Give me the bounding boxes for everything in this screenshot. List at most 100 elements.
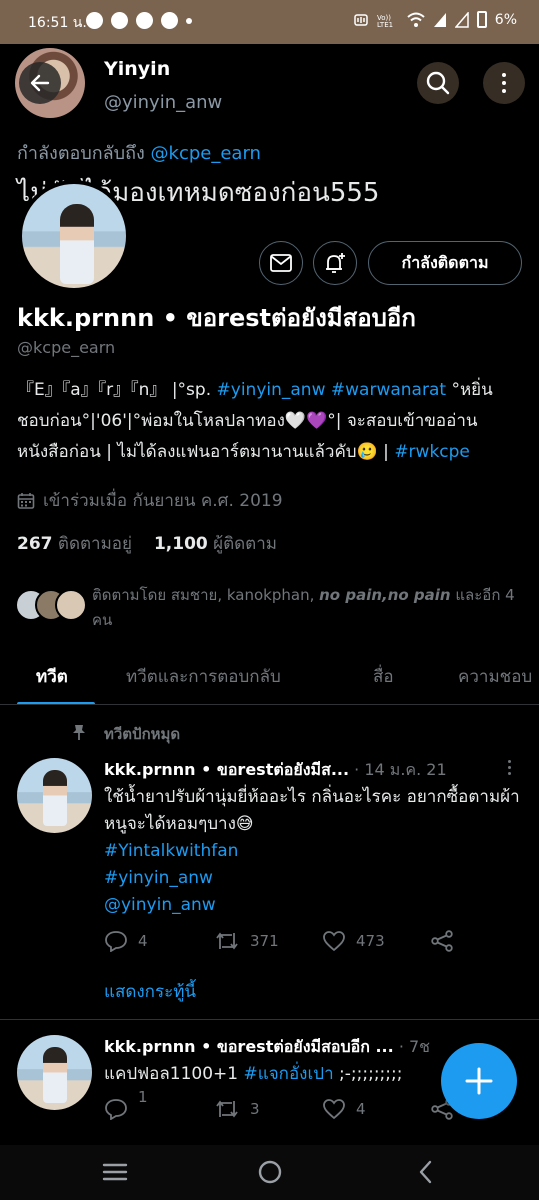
back-nav-icon[interactable] <box>413 1159 439 1185</box>
tab-tweets-replies[interactable]: ทวีตและการตอบกลับ <box>126 663 281 690</box>
followers-label: ผู้ติดตาม <box>213 534 277 554</box>
wifi-icon <box>407 12 425 27</box>
mute-icon <box>354 13 368 26</box>
svg-text:LTE1: LTE1 <box>377 21 393 28</box>
header-name: Yinyin <box>104 58 171 80</box>
retweet-button[interactable]: 371 <box>214 930 279 952</box>
battery-icon <box>476 11 487 28</box>
tab-likes[interactable]: ความชอบ <box>458 663 532 690</box>
plus-icon <box>465 1067 493 1095</box>
reply-button-2[interactable]: 1 <box>104 1088 148 1120</box>
reply-icon <box>105 931 127 952</box>
like-button-2[interactable]: 4 <box>322 1098 366 1120</box>
signal-icon <box>433 12 446 27</box>
bio-link-warwanarat[interactable]: #warwanarat <box>331 380 446 400</box>
tab-tweets[interactable]: ทวีต <box>36 663 68 690</box>
compose-tweet-button[interactable] <box>441 1043 517 1119</box>
search-button[interactable] <box>417 62 459 104</box>
tweet-hashtag-yintalkwithfan[interactable]: #Yintalkwithfan <box>104 838 524 865</box>
tweet-text-2-suffix: ;-;;;;;;;;; <box>339 1064 403 1084</box>
followed-by-prefix: ติดตามโดย สมชาย, kanokphan, <box>92 586 315 604</box>
bio-text-1: 『E』『a』『r』『n』 |°sp. <box>17 380 212 400</box>
notification-icons <box>86 12 192 29</box>
bio-link-rwkcpe[interactable]: #rwkcpe <box>394 442 470 462</box>
back-button[interactable] <box>19 62 61 104</box>
followers-link[interactable]: 1,100 ผู้ติดตาม <box>154 530 277 557</box>
calendar-icon <box>17 492 35 509</box>
tweet-text: ใช้น้ำยาปรับผ้านุ่มยี่ห้ออะไร กลิ่นอะไรค… <box>104 787 520 834</box>
profile-avatar[interactable] <box>18 180 130 292</box>
tweet-divider <box>0 1019 539 1020</box>
message-button[interactable] <box>259 241 303 285</box>
retweet-button-2[interactable]: 3 <box>214 1098 260 1120</box>
profile-handle: @kcpe_earn <box>17 338 116 357</box>
followed-by-bold: no pain,no pain <box>319 586 451 604</box>
joined-date: เข้าร่วมเมื่อ กันยายน ค.ศ. 2019 <box>17 487 283 514</box>
active-tab-indicator <box>17 702 95 704</box>
pin-icon <box>73 725 85 740</box>
show-thread-link[interactable]: แสดงกระทู้นี้ <box>104 978 196 1005</box>
tweet-author[interactable]: kkk.prnnn • ขอrestต่อยังมีส... <box>104 760 349 779</box>
retweet-count: 371 <box>250 932 279 950</box>
share-icon <box>431 930 453 952</box>
recent-apps-icon[interactable] <box>102 1159 128 1185</box>
volte-icon: Vo))LTE1 <box>377 14 393 28</box>
tweet-time: · 14 ม.ค. 21 <box>354 760 447 779</box>
bio-link-yinyin[interactable]: #yinyin_anw <box>217 380 326 400</box>
follow-counts: 267 ติดตามอยู่ 1,100 ผู้ติดตาม <box>17 530 277 557</box>
reply-prefix: กำลังตอบกลับถึง <box>17 143 145 164</box>
retweet-icon <box>216 1100 238 1118</box>
more-options-button[interactable] <box>483 62 525 104</box>
retweet-count-2: 3 <box>250 1100 260 1118</box>
tweet-actions: 4 371 473 <box>104 930 514 958</box>
reply-handle[interactable]: @kcpe_earn <box>151 143 261 164</box>
more-notifications-icon <box>186 18 192 24</box>
heart-icon <box>323 931 345 952</box>
system-icons: Vo)) LTE1 6% <box>353 11 517 28</box>
like-count: 473 <box>356 932 385 950</box>
tweet-more-button[interactable] <box>508 760 511 775</box>
home-icon[interactable] <box>257 1159 283 1185</box>
following-link[interactable]: 267 ติดตามอยู่ <box>17 530 132 557</box>
system-nav-bar <box>0 1145 539 1200</box>
more-vertical-icon <box>502 73 506 93</box>
tweet-text-2: แคปฟอล1100+1 <box>104 1064 239 1084</box>
tweet-avatar-2[interactable] <box>17 1035 92 1110</box>
reply-button[interactable]: 4 <box>104 930 148 952</box>
reply-count: 4 <box>138 932 148 950</box>
reply-count-2: 1 <box>138 1088 148 1106</box>
tweet-time-2: · 7ช <box>398 1037 431 1056</box>
messenger-icon <box>86 12 103 29</box>
pinned-tweet-label: ทวีตปักหมุด <box>104 725 181 743</box>
following-count: 267 <box>17 534 53 554</box>
profile-tabs: ทวีต ทวีตและการตอบกลับ สื่อ ความชอบ <box>0 645 539 705</box>
profile-bio: 『E』『a』『r』『n』 |°sp. #yinyin_anw #warwanar… <box>17 375 522 468</box>
reply-icon <box>105 1099 127 1120</box>
location-icon <box>161 12 178 29</box>
search-icon <box>426 71 450 95</box>
heart-icon <box>323 1099 345 1120</box>
share-button[interactable] <box>430 930 454 952</box>
tweet-body: ใช้น้ำยาปรับผ้านุ่มยี่ห้ออะไร กลิ่นอะไรค… <box>104 784 524 919</box>
following-label: ติดตามอยู่ <box>57 534 132 554</box>
notify-button[interactable] <box>313 241 357 285</box>
like-button[interactable]: 473 <box>322 930 385 952</box>
retweet-icon <box>216 932 238 950</box>
tweet-header: kkk.prnnn • ขอrestต่อยังมีส... · 14 ม.ค.… <box>104 758 494 783</box>
following-button[interactable]: กำลังติดตาม <box>368 241 522 285</box>
followed-by-avatars[interactable] <box>15 589 87 621</box>
follower-avatar-3 <box>55 589 87 621</box>
line-icon <box>136 12 153 29</box>
status-bar: 16:51 น. Vo)) LTE1 6% <box>0 0 539 44</box>
mail-icon <box>270 254 292 272</box>
signal-icon-2 <box>454 11 469 28</box>
tweet-mention-yinyin-anw[interactable]: @yinyin_anw <box>104 892 524 919</box>
tweet-header-2: kkk.prnnn • ขอrestต่อยังมีสอบอีก ... · 7… <box>104 1035 494 1060</box>
tab-media[interactable]: สื่อ <box>373 663 394 690</box>
tweet-hashtag-angpao[interactable]: #แจกอั่งเปา <box>244 1064 334 1084</box>
tweet-author-2[interactable]: kkk.prnnn • ขอrestต่อยังมีสอบอีก ... <box>104 1037 394 1056</box>
chat-icon <box>111 12 128 29</box>
tweet-hashtag-yinyin-anw[interactable]: #yinyin_anw <box>104 865 524 892</box>
tweet-avatar[interactable] <box>17 758 92 833</box>
followed-by-text[interactable]: ติดตามโดย สมชาย, kanokphan, no pain,no p… <box>92 583 522 633</box>
